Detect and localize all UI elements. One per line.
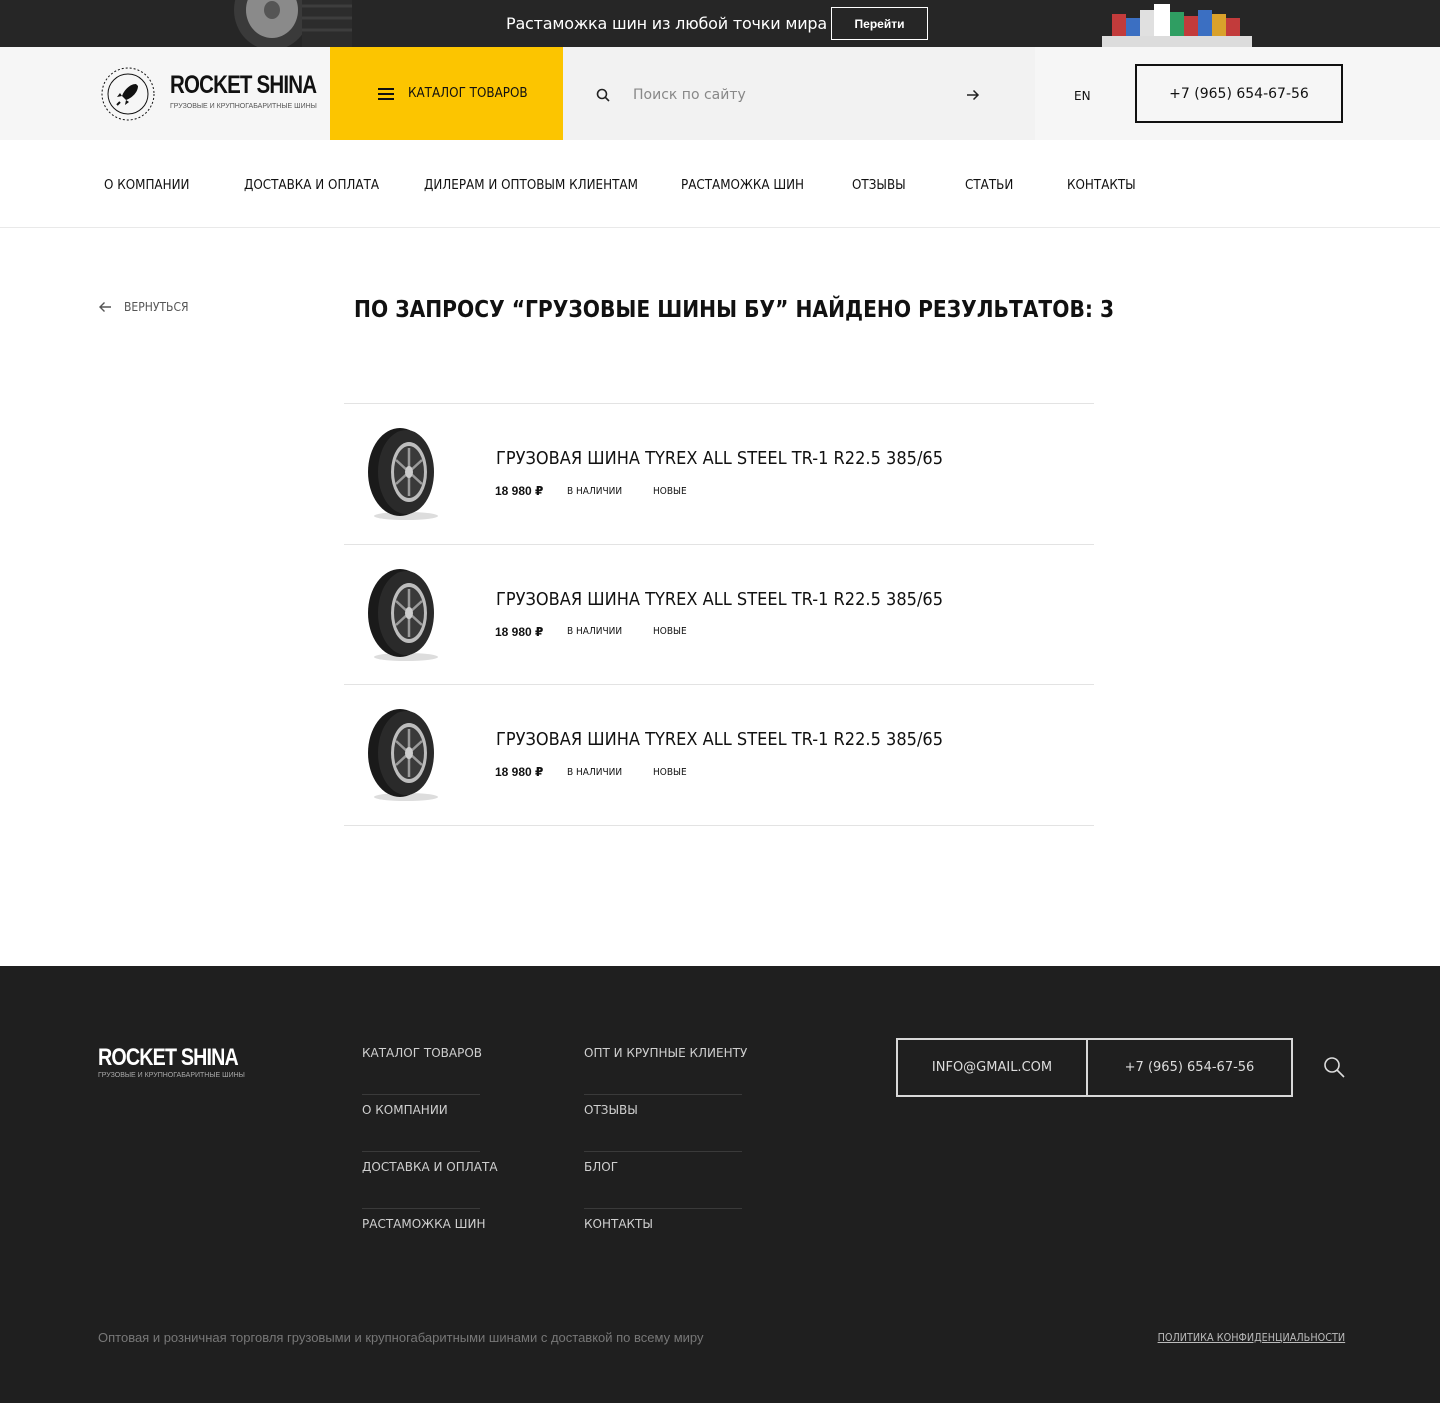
result-price: 18 980 ₽: [495, 484, 544, 498]
result-meta: 18 980 ₽ В наличии Новые: [495, 765, 714, 779]
footer-link-blog[interactable]: Блог: [584, 1152, 742, 1209]
nav-item-about[interactable]: О компании: [104, 178, 190, 193]
footer-link-contacts[interactable]: Контакты: [584, 1209, 742, 1266]
back-label: Вернуться: [124, 300, 189, 314]
catalog-button[interactable]: Каталог товаров: [330, 47, 563, 140]
footer-link-catalog[interactable]: Каталог товаров: [362, 1038, 482, 1095]
nav-item-customs[interactable]: Растаможка шин: [681, 178, 804, 193]
result-item[interactable]: Грузовая шина Tyrex All Steel TR-1 R22.5…: [344, 545, 1094, 685]
container-ship-image: [1102, 4, 1252, 47]
search-results-list: Грузовая шина Tyrex All Steel TR-1 R22.5…: [344, 403, 1094, 826]
footer-link-reviews[interactable]: Отзывы: [584, 1095, 742, 1152]
promo-banner: Растаможка шин из любой точки мира Перей…: [0, 0, 1440, 47]
result-meta: 18 980 ₽ В наличии Новые: [495, 625, 714, 639]
search-input[interactable]: [633, 82, 953, 108]
footer-phone-link[interactable]: +7 (965) 654-67-56: [1088, 1040, 1291, 1095]
footer-logo-name[interactable]: ROCKET SHINA: [98, 1044, 239, 1072]
nav-item-dealers[interactable]: Дилерам и оптовым клиентам: [424, 178, 638, 193]
nav-item-reviews[interactable]: Отзывы: [852, 178, 906, 193]
promo-go-button[interactable]: Перейти: [831, 7, 928, 40]
search-bar: [563, 47, 1035, 140]
footer-links-col2: Опт и крупные клиенту Отзывы Блог Контак…: [584, 1038, 747, 1266]
catalog-label: Каталог товаров: [408, 86, 528, 101]
arrow-right-icon[interactable]: [965, 87, 981, 103]
tire-image: [368, 709, 438, 801]
nav-item-delivery[interactable]: Доставка и оплата: [244, 178, 379, 193]
result-name: Грузовая шина Tyrex All Steel TR-1 R22.5…: [496, 729, 944, 750]
result-price: 18 980 ₽: [495, 624, 544, 639]
availability-badge: В наличии: [567, 485, 623, 497]
tire-image: [368, 428, 438, 520]
result-meta: 18 980 ₽ В наличии Новые: [495, 484, 714, 498]
main-nav: О компании Доставка и оплата Дилерам и о…: [0, 140, 1440, 228]
footer-link-customs[interactable]: Растаможка шин: [362, 1209, 485, 1266]
logo-subtitle: ГРУЗОВЫЕ И КРУПНОГАБАРИТНЫЕ ШИНЫ: [170, 103, 317, 110]
burger-menu-icon: [378, 87, 394, 100]
result-item[interactable]: Грузовая шина Tyrex All Steel TR-1 R22.5…: [344, 404, 1094, 545]
condition-badge: Новые: [652, 626, 687, 637]
availability-badge: В наличии: [567, 626, 623, 637]
footer-contacts: info@gmail.com +7 (965) 654-67-56: [896, 1038, 1293, 1097]
footer-link-about[interactable]: О компании: [362, 1095, 480, 1152]
back-link[interactable]: Вернуться: [98, 300, 196, 314]
arrow-left-icon: [99, 302, 111, 312]
site-header: ROCKET SHINA ГРУЗОВЫЕ И КРУПНОГАБАРИТНЫЕ…: [0, 47, 1440, 140]
search-icon: [596, 88, 610, 102]
condition-badge: Новые: [652, 766, 687, 778]
logo-name: ROCKET SHINA: [170, 71, 317, 99]
site-footer: ROCKET SHINA ГРУЗОВЫЕ И КРУПНОГАБАРИТНЫЕ…: [0, 966, 1440, 1403]
footer-logo-subtitle: ГРУЗОВЫЕ И КРУПНОГАБАРИТНЫЕ ШИНЫ: [98, 1072, 245, 1079]
rocket-icon: [101, 67, 155, 121]
condition-badge: Новые: [652, 485, 687, 497]
footer-email-link[interactable]: info@gmail.com: [898, 1040, 1088, 1095]
search-icon[interactable]: [1323, 1056, 1345, 1078]
nav-item-articles[interactable]: Статьи: [965, 178, 1013, 193]
page-title: По запросу “грузовые шины бу” найдено ре…: [354, 297, 1115, 323]
language-switch[interactable]: EN: [1074, 89, 1091, 103]
footer-link-delivery[interactable]: Доставка и оплата: [362, 1152, 498, 1209]
availability-badge: В наличии: [567, 766, 623, 778]
tire-image: [368, 568, 438, 661]
result-name: Грузовая шина Tyrex All Steel TR-1 R22.5…: [496, 448, 944, 469]
footer-links-col1: Каталог товаров О компании Доставка и оп…: [362, 1038, 498, 1266]
promo-text: Растаможка шин из любой точки мира: [506, 14, 827, 33]
footer-tagline: Оптовая и розничная торговля грузовыми и…: [98, 1330, 704, 1345]
tire-stack-image: [234, 0, 352, 47]
result-price: 18 980 ₽: [495, 765, 544, 779]
privacy-policy-link[interactable]: Политика конфиденциальности: [1157, 1331, 1345, 1344]
header-phone-button[interactable]: +7 (965) 654-67-56: [1135, 64, 1343, 123]
footer-link-wholesale[interactable]: Опт и крупные клиенту: [584, 1038, 747, 1095]
nav-item-contacts[interactable]: Контакты: [1067, 178, 1136, 193]
result-name: Грузовая шина Tyrex All Steel TR-1 R22.5…: [496, 588, 944, 610]
site-logo[interactable]: ROCKET SHINA ГРУЗОВЫЕ И КРУПНОГАБАРИТНЫЕ…: [100, 66, 317, 122]
result-item[interactable]: Грузовая шина Tyrex All Steel TR-1 R22.5…: [344, 685, 1094, 826]
